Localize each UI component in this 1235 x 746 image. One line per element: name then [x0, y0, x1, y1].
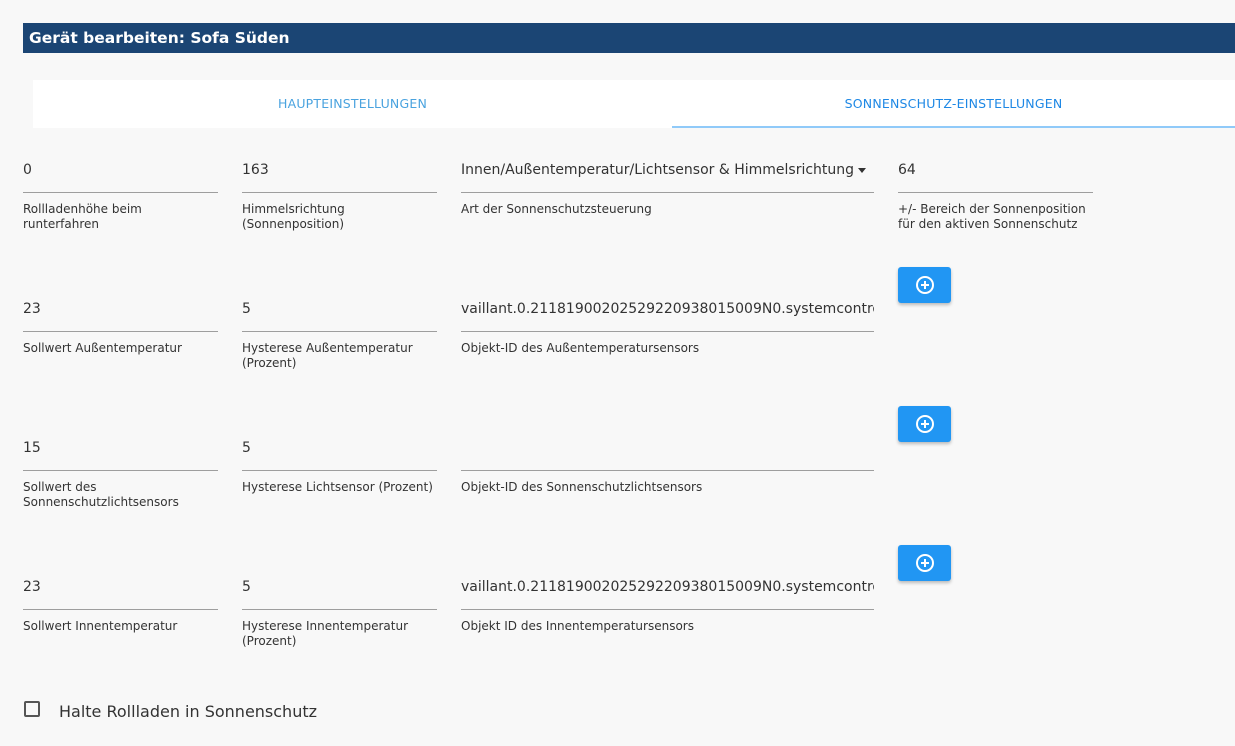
light-sensor-setpoint-value[interactable]: 15 [23, 437, 218, 459]
field-underline [242, 470, 437, 471]
light-sensor-hysteresis-label: Hysterese Lichtsensor (Prozent) [242, 480, 433, 494]
field-underline [461, 470, 874, 471]
sun-position-range-field[interactable]: 64 +/- Bereich der Sonnenposition für de… [898, 159, 1093, 232]
inside-temp-setpoint-label: Sollwert Innentemperatur [23, 619, 178, 633]
light-sensor-hysteresis-value[interactable]: 5 [242, 437, 437, 459]
light-sensor-id-label: Objekt-ID des Sonnenschutzlichtsensors [461, 480, 703, 494]
light-sensor-setpoint-field[interactable]: 15 Sollwert des Sonnenschutzlichtsensors [23, 437, 218, 510]
sun-direction-field[interactable]: 163 Himmelsrichtung (Sonnenposition) [242, 159, 437, 232]
add-circle-icon [916, 276, 934, 294]
active-tab-indicator [672, 126, 1235, 128]
outside-temp-hysteresis-field[interactable]: 5 Hysterese Außentemperatur (Prozent) [242, 298, 437, 371]
outside-temp-setpoint-field[interactable]: 23 Sollwert Außentemperatur [23, 298, 218, 356]
field-underline [23, 609, 218, 610]
light-sensor-hysteresis-field[interactable]: 5 Hysterese Lichtsensor (Prozent) [242, 437, 437, 495]
light-sensor-id-field[interactable]: Objekt-ID des Sonnenschutzlichtsensors [461, 437, 874, 495]
outside-temp-sensor-id-field[interactable]: vaillant.0.21181900202529220938015009N0.… [461, 298, 874, 356]
outside-temp-hysteresis-value[interactable]: 5 [242, 298, 437, 320]
blind-height-field[interactable]: 0 Rollladenhöhe beim runterfahren [23, 159, 218, 232]
field-underline [23, 192, 218, 193]
sun-protection-type-label: Art der Sonnenschutzsteuerung [461, 202, 652, 216]
field-underline [461, 192, 874, 193]
field-underline [23, 470, 218, 471]
add-circle-icon [916, 554, 934, 572]
sun-position-range-value[interactable]: 64 [898, 159, 1093, 181]
light-sensor-id-value[interactable] [461, 437, 874, 459]
field-underline [242, 331, 437, 332]
select-inside-temp-sensor-button[interactable] [898, 545, 951, 581]
outside-temp-sensor-id-value[interactable]: vaillant.0.21181900202529220938015009N0.… [461, 298, 874, 320]
inside-temp-setpoint-field[interactable]: 23 Sollwert Innentemperatur [23, 576, 218, 634]
field-underline [461, 609, 874, 610]
add-circle-icon [916, 415, 934, 433]
tab-main-settings[interactable]: HAUPTEINSTELLUNGEN [33, 80, 672, 128]
inside-temp-hysteresis-label: Hysterese Innentemperatur (Prozent) [242, 619, 409, 648]
hold-blind-checkbox[interactable] [24, 701, 40, 717]
inside-temp-sensor-id-field[interactable]: vaillant.0.21181900202529220938015009N0.… [461, 576, 874, 634]
light-sensor-setpoint-label: Sollwert des Sonnenschutzlichtsensors [23, 480, 179, 509]
tab-sun-protection-settings[interactable]: SONNENSCHUTZ-EINSTELLUNGEN [672, 80, 1235, 128]
hold-blind-checkbox-label[interactable]: Halte Rollladen in Sonnenschutz [59, 701, 317, 723]
field-underline [898, 192, 1093, 193]
sun-protection-type-select[interactable]: Innen/Außentemperatur/Lichtsensor & Himm… [461, 159, 874, 217]
outside-temp-setpoint-value[interactable]: 23 [23, 298, 218, 320]
select-light-sensor-button[interactable] [898, 406, 951, 442]
tab-bar: HAUPTEINSTELLUNGEN SONNENSCHUTZ-EINSTELL… [33, 80, 1235, 128]
field-underline [461, 331, 874, 332]
inside-temp-setpoint-value[interactable]: 23 [23, 576, 218, 598]
blind-height-value[interactable]: 0 [23, 159, 218, 181]
field-underline [242, 192, 437, 193]
inside-temp-sensor-id-label: Objekt ID des Innentemperatursensors [461, 619, 694, 633]
sun-protection-type-value[interactable]: Innen/Außentemperatur/Lichtsensor & Himm… [461, 159, 874, 181]
outside-temp-setpoint-label: Sollwert Außentemperatur [23, 341, 182, 355]
sun-direction-label: Himmelsrichtung (Sonnenposition) [242, 202, 345, 231]
inside-temp-hysteresis-field[interactable]: 5 Hysterese Innentemperatur (Prozent) [242, 576, 437, 649]
sun-direction-value[interactable]: 163 [242, 159, 437, 181]
inside-temp-sensor-id-value[interactable]: vaillant.0.21181900202529220938015009N0.… [461, 576, 874, 598]
field-underline [242, 609, 437, 610]
inside-temp-hysteresis-value[interactable]: 5 [242, 576, 437, 598]
dropdown-arrow-icon[interactable] [858, 168, 866, 173]
blind-height-label: Rollladenhöhe beim runterfahren [23, 202, 142, 231]
field-underline [23, 331, 218, 332]
sun-position-range-label: +/- Bereich der Sonnenposition für den a… [898, 202, 1086, 231]
outside-temp-hysteresis-label: Hysterese Außentemperatur (Prozent) [242, 341, 413, 370]
outside-temp-sensor-id-label: Objekt-ID des Außentemperatursensors [461, 341, 700, 355]
dialog-title: Gerät bearbeiten: Sofa Süden [23, 23, 1235, 53]
select-outside-temp-sensor-button[interactable] [898, 267, 951, 303]
